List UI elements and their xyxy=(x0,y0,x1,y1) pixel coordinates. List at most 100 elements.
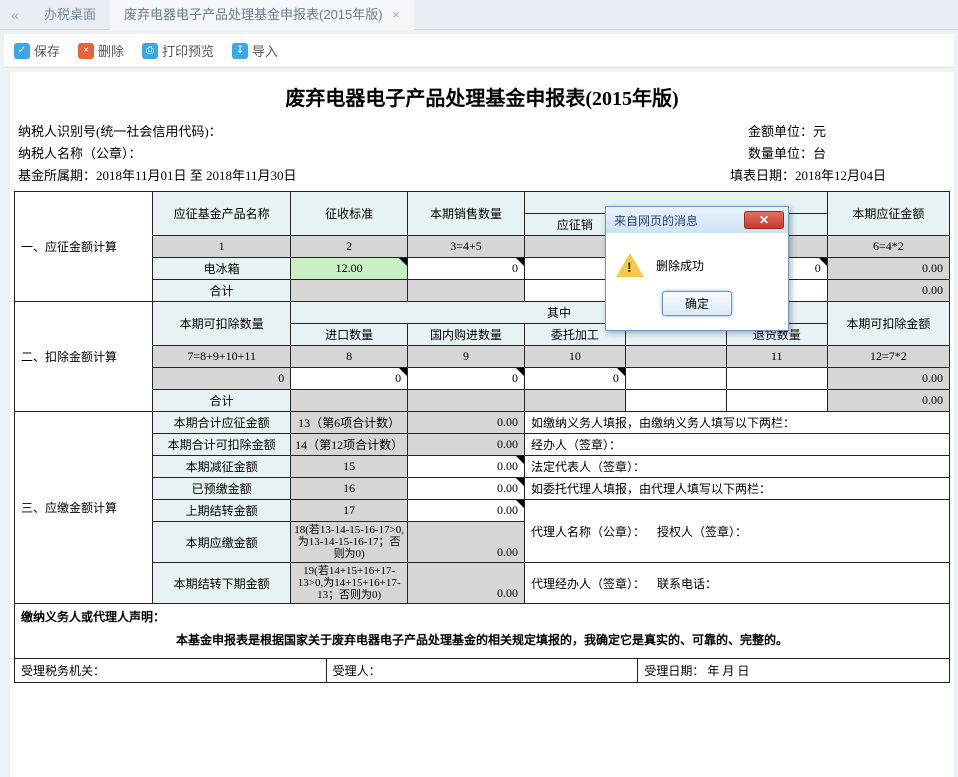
r18c: 18(若13-14-15-16-17>0,为13-14-15-16-17；否则为… xyxy=(291,522,408,563)
print-button[interactable]: ⎙打印预览 xyxy=(142,41,214,60)
sig6: 代理经办人（签章）： 联系电话： xyxy=(524,563,949,604)
period-value: 2018年11月01日 至 2018年11月30日 xyxy=(96,168,297,183)
tab-form[interactable]: 废弃电器电子产品处理基金申报表(2015年版) × xyxy=(110,0,414,30)
v10-input[interactable]: 0 xyxy=(524,368,625,390)
h-deduct: 本期可扣除数量 xyxy=(153,302,291,346)
sig3: 法定代表人（签章）： xyxy=(524,456,949,478)
v12: 0.00 xyxy=(827,368,949,390)
import-icon: ↧ xyxy=(232,43,248,59)
r14c: 14（第12项合计数） xyxy=(291,434,408,456)
r14l: 本期合计可扣除金额 xyxy=(153,434,291,456)
decl-body: 本基金申报表是根据国家关于废弃电器电子产品处理基金的相关规定填报的，我确定它是真… xyxy=(21,625,943,654)
col9: 9 xyxy=(408,346,525,368)
r18l: 本期应缴金额 xyxy=(153,522,291,563)
meta-block: 纳税人识别号(统一社会信用代码)： 金额单位：元 纳税人名称（公章）： 数量单位：台… xyxy=(14,121,950,191)
qty3-input[interactable]: 0 xyxy=(408,258,525,280)
period-label: 基金所属期： xyxy=(18,168,96,183)
h-qty: 本期销售数量 xyxy=(408,192,525,236)
tab-label: 废弃电器电子产品处理基金申报表(2015年版) xyxy=(124,7,383,22)
tab-bar: « 办税桌面 废弃电器电子产品处理基金申报表(2015年版) × xyxy=(0,0,958,30)
form-sheet: 废弃电器电子产品处理基金申报表(2015年版) 纳税人识别号(统一社会信用代码)… xyxy=(10,72,954,777)
main-table: 一、应征金额计算 应征基金产品名称 征收标准 本期销售数量 本期应征金额 应征销… xyxy=(14,191,950,604)
amt6: 0.00 xyxy=(827,258,949,280)
message-dialog: 来自网页的消息 ✕ 删除成功 确定 xyxy=(605,206,789,331)
r17l: 上期结转金额 xyxy=(153,500,291,522)
section3-label: 三、应缴金额计算 xyxy=(15,412,153,604)
r15l: 本期减征金额 xyxy=(153,456,291,478)
dialog-title-bar: 来自网页的消息 ✕ xyxy=(606,207,788,233)
save-button[interactable]: ✓保存 xyxy=(14,41,60,60)
delete-icon: × xyxy=(78,43,94,59)
qty-unit: 数量单位：台 xyxy=(748,143,826,165)
h-amount: 本期应征金额 xyxy=(827,192,949,236)
r13l: 本期合计应征金额 xyxy=(153,412,291,434)
dialog-close-button[interactable]: ✕ xyxy=(744,211,784,229)
h-deduct-amt: 本期可扣除金额 xyxy=(827,302,949,346)
foot-b: 受理人： xyxy=(326,659,638,682)
v9-input[interactable]: 0 xyxy=(408,368,525,390)
warning-icon xyxy=(616,253,644,277)
h-import: 进口数量 xyxy=(291,324,408,346)
page-title: 废弃电器电子产品处理基金申报表(2015年版) xyxy=(14,76,950,121)
tab-desk[interactable]: 办税桌面 xyxy=(30,0,110,30)
footer-row: 受理税务机关： 受理人： 受理日期： 年 月 日 xyxy=(14,659,950,683)
foot-c: 受理日期： 年 月 日 xyxy=(637,659,949,682)
sig1: 如缴纳义务人填报，由缴纳义务人填写以下两栏： xyxy=(524,412,949,434)
sum2-label: 合计 xyxy=(153,390,291,412)
r16v-input[interactable]: 0.00 xyxy=(408,478,525,500)
sig2: 经办人（签章）： xyxy=(524,434,949,456)
foot-a: 受理税务机关： xyxy=(15,659,326,682)
r13c: 13（第6项合计数） xyxy=(291,412,408,434)
h-domestic: 国内购进数量 xyxy=(408,324,525,346)
h-standard: 征收标准 xyxy=(291,192,408,236)
sig5: 代理人名称（公章）： 授权人（签章）： xyxy=(524,500,949,563)
col6: 6=4*2 xyxy=(827,236,949,258)
section1-label: 一、应征金额计算 xyxy=(15,192,153,302)
delete-button[interactable]: ×删除 xyxy=(78,41,124,60)
col2: 2 xyxy=(291,236,408,258)
r17v-input[interactable]: 0.00 xyxy=(408,500,525,522)
h-product: 应征基金产品名称 xyxy=(153,192,291,236)
v7: 0 xyxy=(153,368,291,390)
col10: 10 xyxy=(524,346,625,368)
tabs-back-icon[interactable]: « xyxy=(0,7,30,23)
r17c: 17 xyxy=(291,500,408,522)
dialog-message: 删除成功 xyxy=(656,257,704,274)
sum-amt: 0.00 xyxy=(827,280,949,302)
section2-label: 二、扣除金额计算 xyxy=(15,302,153,412)
r16l: 已预缴金额 xyxy=(153,478,291,500)
r19l: 本期结转下期金额 xyxy=(153,563,291,604)
col7: 7=8+9+10+11 xyxy=(153,346,291,368)
sig4: 如委托代理人填报，由代理人填写以下两栏： xyxy=(524,478,949,500)
r19v: 0.00 xyxy=(408,563,525,604)
dialog-ok-button[interactable]: 确定 xyxy=(662,291,732,316)
r13v: 0.00 xyxy=(408,412,525,434)
product-name: 电冰箱 xyxy=(153,258,291,280)
r15c: 15 xyxy=(291,456,408,478)
col12: 12=7*2 xyxy=(827,346,949,368)
col1: 1 xyxy=(153,236,291,258)
standard-input[interactable]: 12.00 xyxy=(291,258,408,280)
dialog-title: 来自网页的消息 xyxy=(614,212,698,229)
r16c: 16 xyxy=(291,478,408,500)
taxid-label: 纳税人识别号(统一社会信用代码)： xyxy=(18,121,222,143)
sum-label: 合计 xyxy=(153,280,291,302)
declaration: 缴纳义务人或代理人声明： 本基金申报表是根据国家关于废弃电器电子产品处理基金的相… xyxy=(14,604,950,659)
taxpayer-label: 纳税人名称（公章）： xyxy=(18,143,142,165)
r15v-input[interactable]: 0.00 xyxy=(408,456,525,478)
col3: 3=4+5 xyxy=(408,236,525,258)
decl-head: 缴纳义务人或代理人声明： xyxy=(21,608,943,625)
v8-input[interactable]: 0 xyxy=(291,368,408,390)
r14v: 0.00 xyxy=(408,434,525,456)
sum2-amt: 0.00 xyxy=(827,390,949,412)
r18v: 0.00 xyxy=(408,522,525,563)
close-icon[interactable]: × xyxy=(392,7,400,22)
amount-unit: 金额单位：元 xyxy=(748,121,826,143)
filldate-label: 填表日期： xyxy=(730,168,795,183)
toolbar: ✓保存 ×删除 ⎙打印预览 ↧导入 xyxy=(4,34,954,68)
print-icon: ⎙ xyxy=(142,43,158,59)
r19c: 19(若14+15+16+17-13>0,为14+15+16+17-13；否则为… xyxy=(291,563,408,604)
col11: 11 xyxy=(726,346,827,368)
import-button[interactable]: ↧导入 xyxy=(232,41,278,60)
filldate-value: 2018年12月04日 xyxy=(795,168,886,183)
